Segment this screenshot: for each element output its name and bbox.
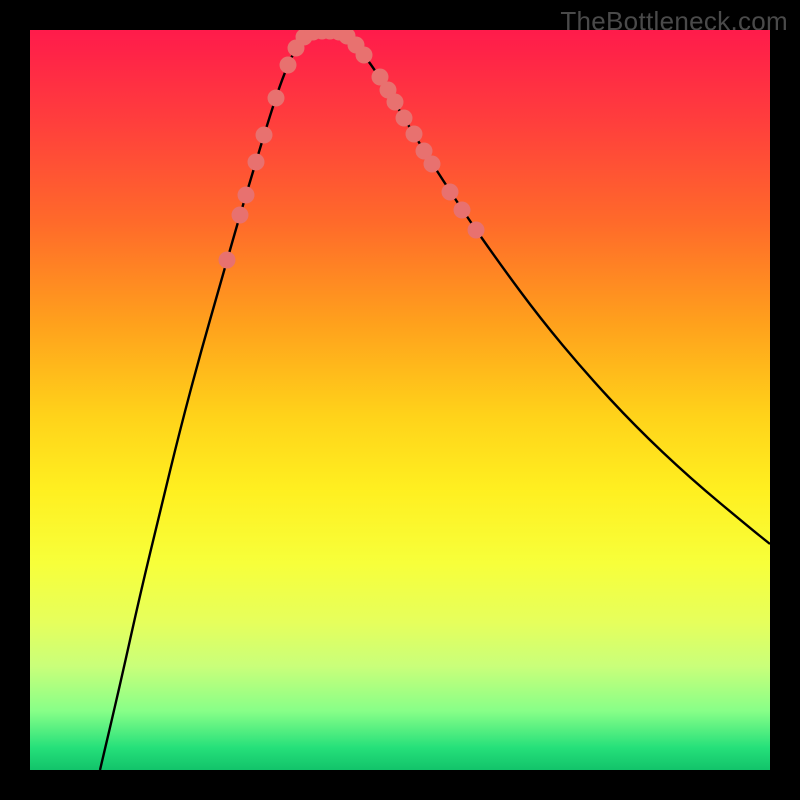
data-marker [424, 156, 441, 173]
data-marker [256, 127, 273, 144]
plot-area [30, 30, 770, 770]
chart-frame: TheBottleneck.com [0, 0, 800, 800]
data-marker [248, 154, 265, 171]
curve-layer [30, 30, 770, 770]
data-marker [387, 94, 404, 111]
data-marker [396, 110, 413, 127]
data-marker [356, 47, 373, 64]
curve-right-branch [346, 35, 770, 544]
data-marker [232, 207, 249, 224]
data-marker [454, 202, 471, 219]
data-marker [238, 187, 255, 204]
marker-group [219, 30, 485, 269]
curve-group [100, 31, 770, 770]
data-marker [268, 90, 285, 107]
data-marker [468, 222, 485, 239]
curve-left-branch [100, 35, 306, 770]
data-marker [406, 126, 423, 143]
data-marker [442, 184, 459, 201]
data-marker [280, 57, 297, 74]
data-marker [219, 252, 236, 269]
